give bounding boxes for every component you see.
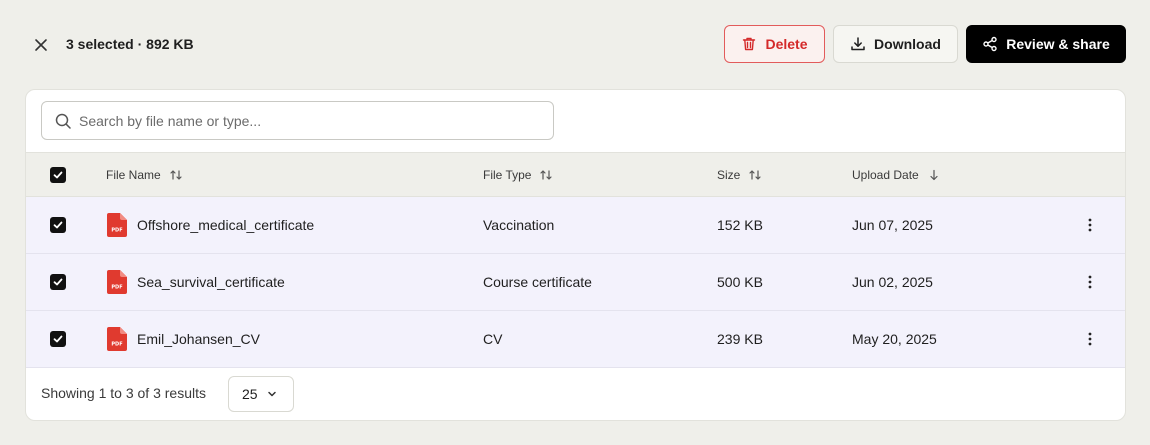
- files-card: File Name File Type Size Upload Date PDF: [25, 89, 1126, 421]
- header-size[interactable]: Size: [717, 153, 762, 196]
- kebab-menu-icon: [1088, 218, 1092, 232]
- header-upload-date-label: Upload Date: [852, 167, 919, 182]
- file-size-cell: 152 KB: [717, 217, 763, 233]
- selection-summary: 3 selected · 892 KB: [66, 36, 194, 52]
- file-name: Sea_survival_certificate: [137, 274, 285, 290]
- table-header: File Name File Type Size Upload Date: [26, 152, 1125, 197]
- arrow-down-icon[interactable]: [927, 168, 941, 182]
- row-checkbox[interactable]: [50, 331, 66, 347]
- results-count: Showing 1 to 3 of 3 results: [41, 385, 206, 401]
- row-checkbox[interactable]: [50, 217, 66, 233]
- file-size-cell: 239 KB: [717, 331, 763, 347]
- upload-date-cell: Jun 07, 2025: [852, 217, 933, 233]
- file-name: Emil_Johansen_CV: [137, 331, 260, 347]
- file-type-cell: CV: [483, 331, 503, 347]
- pdf-file-icon: PDF: [107, 213, 127, 237]
- file-name-cell[interactable]: PDF Sea_survival_certificate: [107, 254, 285, 310]
- review-share-button-label: Review & share: [1006, 36, 1110, 52]
- pdf-file-icon: PDF: [107, 327, 127, 351]
- table-row[interactable]: PDF Emil_Johansen_CV CV 239 KB May 20, 2…: [26, 311, 1125, 368]
- row-menu-button[interactable]: [1080, 215, 1100, 235]
- download-button-label: Download: [874, 36, 941, 52]
- kebab-menu-icon: [1088, 332, 1092, 346]
- row-checkbox[interactable]: [50, 274, 66, 290]
- share-icon: [983, 36, 997, 52]
- clear-selection-button[interactable]: [30, 34, 52, 56]
- pdf-icon-label: PDF: [111, 285, 122, 291]
- close-icon: [35, 39, 47, 51]
- delete-button-label: Delete: [765, 36, 808, 52]
- chevron-down-icon: [267, 391, 276, 397]
- table-row[interactable]: PDF Sea_survival_certificate Course cert…: [26, 254, 1125, 311]
- header-file-type-label: File Type: [483, 167, 532, 182]
- file-name: Offshore_medical_certificate: [137, 217, 315, 233]
- checkmark-icon: [53, 335, 63, 343]
- file-name-cell[interactable]: PDF Offshore_medical_certificate: [107, 197, 314, 253]
- checkmark-icon: [53, 278, 63, 286]
- search-box: [41, 101, 554, 140]
- download-icon: [851, 37, 865, 51]
- sort-arrows-icon[interactable]: [539, 168, 553, 182]
- header-file-name[interactable]: File Name: [106, 153, 183, 196]
- pdf-icon-label: PDF: [111, 228, 122, 234]
- page-size-select[interactable]: 25: [228, 376, 294, 412]
- pdf-file-icon: PDF: [107, 270, 127, 294]
- row-menu-button[interactable]: [1080, 329, 1100, 349]
- row-menu-button[interactable]: [1080, 272, 1100, 292]
- file-name-cell[interactable]: PDF Emil_Johansen_CV: [107, 311, 260, 367]
- pdf-icon-label: PDF: [111, 342, 122, 348]
- upload-date-cell: May 20, 2025: [852, 331, 937, 347]
- header-upload-date[interactable]: Upload Date: [852, 153, 941, 196]
- page-size-value: 25: [242, 386, 258, 402]
- table-footer: Showing 1 to 3 of 3 results 25: [26, 368, 1125, 420]
- header-size-label: Size: [717, 167, 741, 182]
- file-size-cell: 500 KB: [717, 274, 763, 290]
- search-input[interactable]: [42, 102, 553, 139]
- checkmark-icon: [53, 221, 63, 229]
- checkmark-icon: [53, 171, 63, 179]
- select-all-checkbox[interactable]: [50, 167, 66, 183]
- table-row[interactable]: PDF Offshore_medical_certificate Vaccina…: [26, 197, 1125, 254]
- header-file-name-label: File Name: [106, 167, 161, 182]
- trash-icon: [743, 37, 756, 51]
- sort-arrows-icon[interactable]: [169, 168, 183, 182]
- file-type-cell: Course certificate: [483, 274, 592, 290]
- delete-button[interactable]: Delete: [724, 25, 825, 63]
- search-icon: [55, 113, 71, 129]
- review-share-button[interactable]: Review & share: [966, 25, 1126, 63]
- file-type-cell: Vaccination: [483, 217, 555, 233]
- sort-arrows-icon[interactable]: [748, 168, 762, 182]
- download-button[interactable]: Download: [833, 25, 958, 63]
- header-file-type[interactable]: File Type: [483, 153, 553, 196]
- kebab-menu-icon: [1088, 275, 1092, 289]
- upload-date-cell: Jun 02, 2025: [852, 274, 933, 290]
